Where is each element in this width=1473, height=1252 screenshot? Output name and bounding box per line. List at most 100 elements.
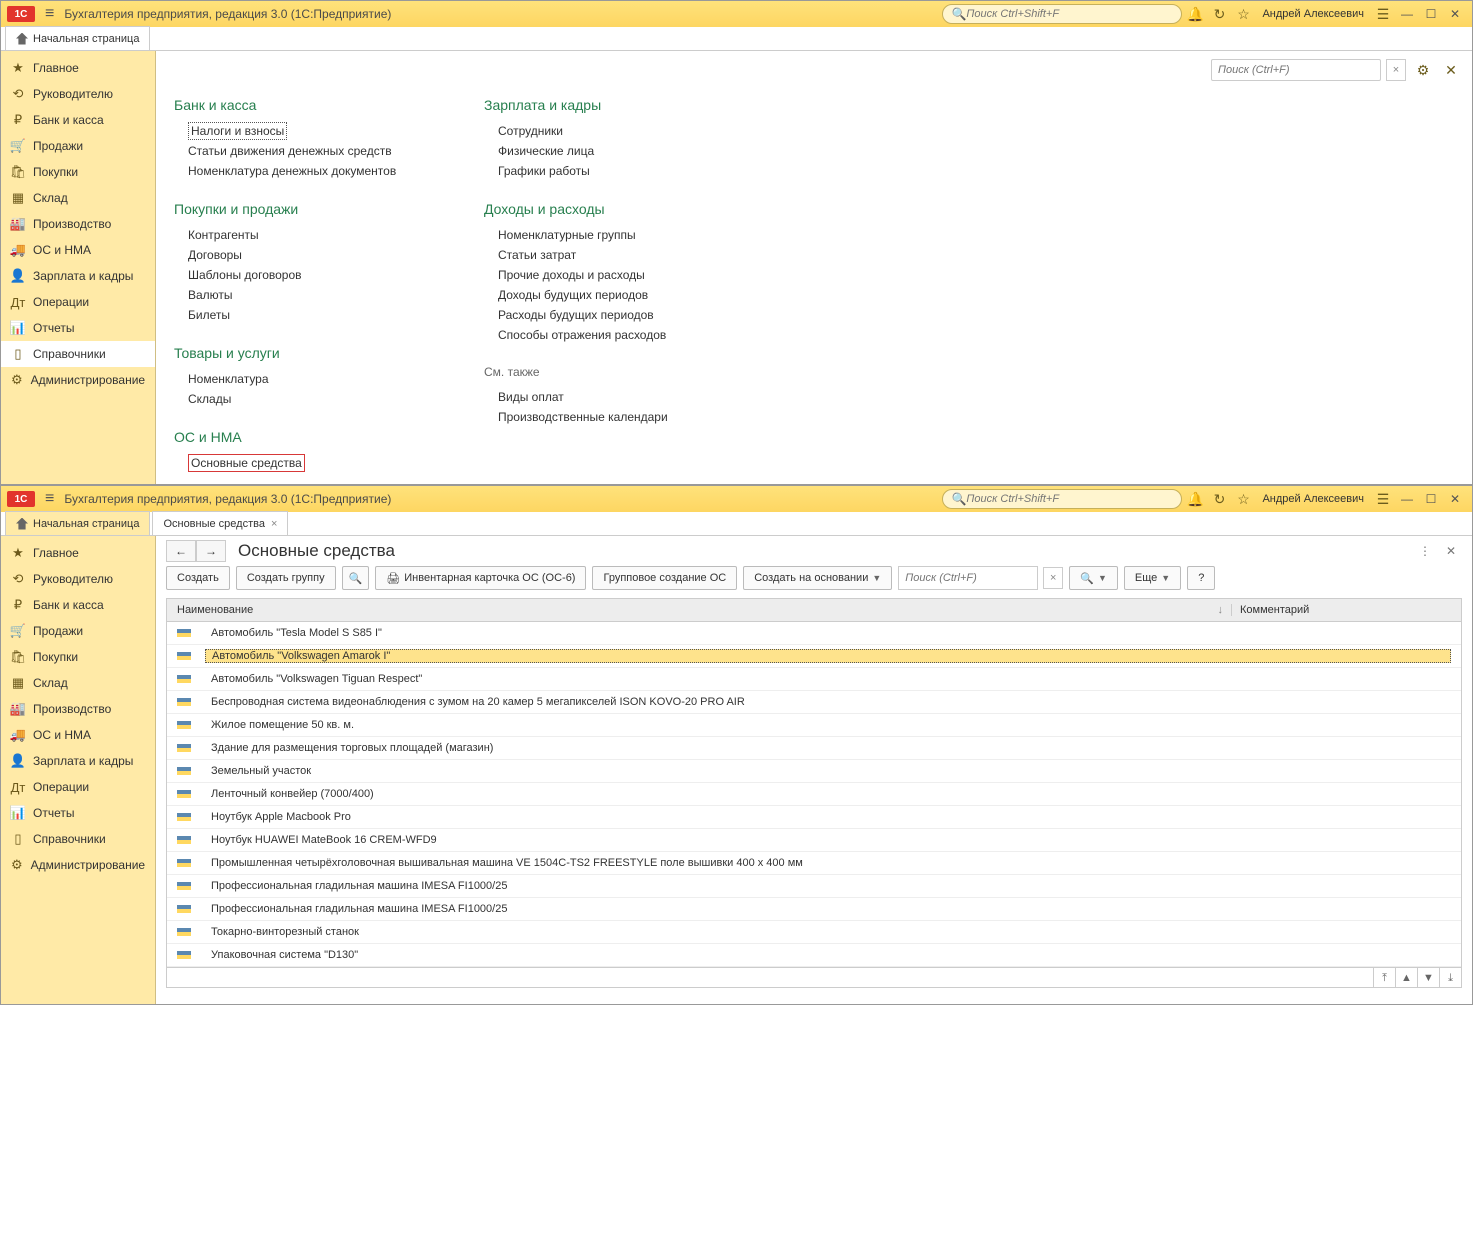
create-button[interactable]: Создать [166,566,230,590]
user-name[interactable]: Андрей Алексеевич [1256,8,1370,20]
close-panel-icon[interactable]: ✕ [1440,59,1462,81]
help-button[interactable]: ? [1187,566,1215,590]
nav-back-button[interactable]: ← [166,540,196,562]
tab-home-2[interactable]: Начальная страница [5,511,150,535]
sidebar-item-3[interactable]: 🛒Продажи [1,133,155,159]
content-search-input[interactable] [1218,64,1374,76]
nav-link[interactable]: Расходы будущих периодов [498,305,734,325]
sidebar-item-6[interactable]: 🏭Производство [1,696,155,722]
burger-icon-2[interactable]: ≡ [45,490,54,508]
sidebar-item-0[interactable]: ★Главное [1,540,155,566]
sidebar-item-7[interactable]: 🚚ОС и НМА [1,722,155,748]
sidebar-item-11[interactable]: ▯Справочники [1,826,155,852]
nav-link[interactable]: Валюты [188,285,424,305]
nav-forward-button[interactable]: → [196,540,226,562]
gear-icon[interactable]: ⚙ [1412,59,1434,81]
list-search-input[interactable] [905,572,1031,584]
sidebar-item-11[interactable]: ▯Справочники [1,341,155,367]
nav-link[interactable]: Прочие доходы и расходы [498,265,734,285]
sidebar-item-9[interactable]: ДтОперации [1,289,155,315]
sidebar-item-12[interactable]: ⚙Администрирование [1,852,155,878]
table-row[interactable]: Земельный участок [167,760,1461,783]
nav-link[interactable]: Графики работы [498,161,734,181]
sidebar-item-9[interactable]: ДтОперации [1,774,155,800]
table-row[interactable]: Здание для размещения торговых площадей … [167,737,1461,760]
section-salary[interactable]: Зарплата и кадры [484,97,734,113]
nav-link[interactable]: Доходы будущих периодов [498,285,734,305]
nav-link[interactable]: Статьи затрат [498,245,734,265]
nav-link[interactable]: Производственные календари [498,407,734,427]
table-row[interactable]: Беспроводная система видеонаблюдения с з… [167,691,1461,714]
clear-list-search-icon[interactable]: × [1043,567,1063,589]
nav-link[interactable]: Физические лица [498,141,734,161]
create-based-button[interactable]: Создать на основании ▼ [743,566,892,590]
nav-link[interactable]: Номенклатура денежных документов [188,161,424,181]
nav-link[interactable]: Шаблоны договоров [188,265,424,285]
sidebar-item-4[interactable]: 🛍Покупки [1,644,155,670]
table-row[interactable]: Ноутбук HUAWEI MateBook 16 CREM-WFD9 [167,829,1461,852]
global-search-input-2[interactable] [966,493,1173,505]
star-icon[interactable]: ☆ [1232,3,1254,25]
table-row[interactable]: Ноутбук Apple Macbook Pro [167,806,1461,829]
sidebar-item-8[interactable]: 👤Зарплата и кадры [1,748,155,774]
burger-icon[interactable]: ≡ [45,5,54,23]
sidebar-item-8[interactable]: 👤Зарплата и кадры [1,263,155,289]
scroll-up-icon[interactable]: ▲ [1395,968,1417,988]
sidebar-item-5[interactable]: ▦Склад [1,670,155,696]
global-search[interactable]: 🔍 [942,4,1182,24]
search-dropdown-button[interactable]: 🔍 ▼ [1069,566,1118,590]
scroll-down-icon[interactable]: ▼ [1417,968,1439,988]
clear-search-icon[interactable]: × [1386,59,1406,81]
table-row[interactable]: Жилое помещение 50 кв. м. [167,714,1461,737]
sidebar-item-4[interactable]: 🛍Покупки [1,159,155,185]
sidebar-item-1[interactable]: ⟲Руководителю [1,566,155,592]
table-row[interactable]: Упаковочная система "D130" [167,944,1461,967]
find-button[interactable]: 🔍 [342,566,370,590]
table-row[interactable]: Промышленная четырёхголовочная вышивальн… [167,852,1461,875]
create-group-button[interactable]: Создать группу [236,566,336,590]
tab-os[interactable]: Основные средства× [152,511,288,535]
sidebar-item-2[interactable]: ₽Банк и касса [1,107,155,133]
nav-link[interactable]: Билеты [188,305,424,325]
scroll-top-icon[interactable]: ⤒ [1373,968,1395,988]
user-name-2[interactable]: Андрей Алексеевич [1256,493,1370,505]
column-comment[interactable]: Комментарий [1240,604,1309,616]
sort-icon[interactable]: ↓ [1218,604,1224,616]
sidebar-item-10[interactable]: 📊Отчеты [1,315,155,341]
kebab-icon[interactable]: ⋮ [1414,540,1436,562]
global-search-input[interactable] [966,8,1173,20]
table-row[interactable]: Профессиональная гладильная машина IMESA… [167,875,1461,898]
sidebar-item-5[interactable]: ▦Склад [1,185,155,211]
tab-home[interactable]: Начальная страница [5,26,150,50]
sidebar-item-7[interactable]: 🚚ОС и НМА [1,237,155,263]
sidebar-item-0[interactable]: ★Главное [1,55,155,81]
nav-link[interactable]: Статьи движения денежных средств [188,141,424,161]
table-row[interactable]: Автомобиль "Volkswagen Tiguan Respect" [167,668,1461,691]
section-os[interactable]: ОС и НМА [174,429,424,445]
history-icon[interactable]: ↻ [1208,3,1230,25]
section-purchases[interactable]: Покупки и продажи [174,201,424,217]
sidebar-item-10[interactable]: 📊Отчеты [1,800,155,826]
nav-link[interactable]: Договоры [188,245,424,265]
print-card-button[interactable]: 🖨 Инвентарная карточка ОС (ОС-6) [375,566,586,590]
nav-link[interactable]: Контрагенты [188,225,424,245]
nav-link[interactable]: Номенклатура [188,369,424,389]
table-row[interactable]: Автомобиль "Tesla Model S S85 I" [167,622,1461,645]
section-income[interactable]: Доходы и расходы [484,201,734,217]
nav-link[interactable]: Номенклатурные группы [498,225,734,245]
sidebar-item-6[interactable]: 🏭Производство [1,211,155,237]
sidebar-item-12[interactable]: ⚙Администрирование [1,367,155,393]
grid-header[interactable]: Наименование ↓ Комментарий [166,598,1462,622]
nav-link[interactable]: Склады [188,389,424,409]
maximize-icon[interactable]: ☐ [1420,3,1442,25]
content-search[interactable] [1211,59,1381,81]
sidebar-item-1[interactable]: ⟲Руководителю [1,81,155,107]
list-search[interactable] [898,566,1038,590]
sidebar-item-3[interactable]: 🛒Продажи [1,618,155,644]
menu-icon[interactable]: ☰ [1372,3,1394,25]
section-goods[interactable]: Товары и услуги [174,345,424,361]
column-name[interactable]: Наименование [177,604,253,616]
close-icon[interactable]: ✕ [1444,3,1466,25]
scroll-bottom-icon[interactable]: ⤓ [1439,968,1461,988]
more-button[interactable]: Еще ▼ [1124,566,1181,590]
